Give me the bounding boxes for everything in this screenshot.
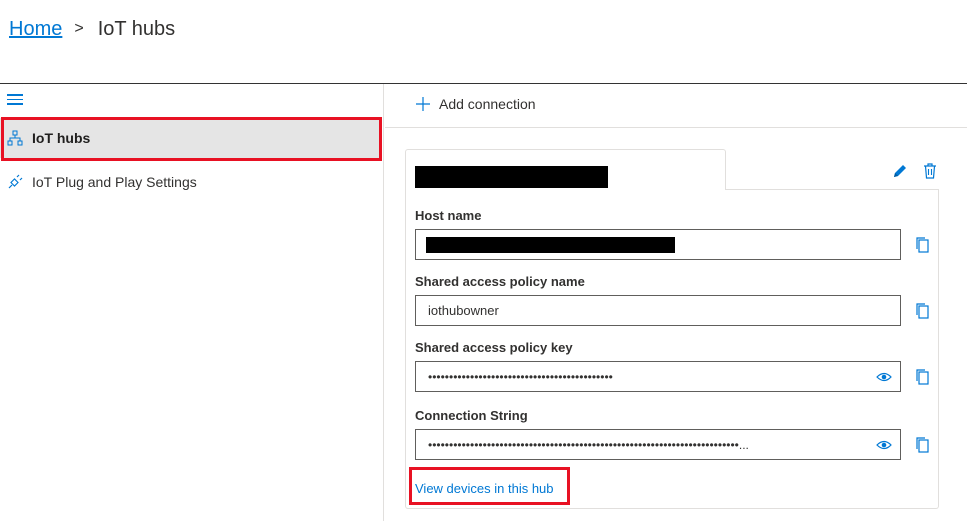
- policy-key-label: Shared access policy key: [415, 340, 573, 355]
- connection-string-label: Connection String: [415, 408, 528, 423]
- card-actions: [891, 162, 939, 180]
- breadcrumb-separator: >: [74, 20, 84, 37]
- delete-icon[interactable]: [921, 162, 939, 180]
- add-connection-label: Add connection: [439, 96, 536, 112]
- command-bar: Add connection: [385, 84, 967, 128]
- host-name-field[interactable]: [415, 229, 901, 260]
- eye-icon[interactable]: [876, 438, 892, 452]
- hub-hierarchy-icon: [7, 130, 23, 146]
- policy-key-field[interactable]: ••••••••••••••••••••••••••••••••••••••••…: [415, 361, 901, 392]
- breadcrumb: Home > IoT hubs: [9, 14, 175, 44]
- connection-string-field[interactable]: ••••••••••••••••••••••••••••••••••••••••…: [415, 429, 901, 460]
- redacted-connection-name: [415, 166, 608, 188]
- breadcrumb-current: IoT hubs: [97, 17, 176, 40]
- sidebar-item-iot-plug-and-play-settings[interactable]: IoT Plug and Play Settings: [0, 162, 382, 202]
- sidebar: IoT hubs IoT Plug and Play Settings: [0, 84, 384, 521]
- sidebar-item-iot-hubs[interactable]: IoT hubs: [0, 118, 382, 158]
- view-devices-link[interactable]: View devices in this hub: [415, 481, 554, 496]
- host-name-label: Host name: [415, 208, 482, 223]
- copy-policy-name-icon[interactable]: [914, 302, 930, 320]
- copy-host-name-icon[interactable]: [914, 236, 930, 254]
- policy-name-field[interactable]: iothubowner: [415, 295, 901, 326]
- add-connection-button[interactable]: Add connection: [415, 96, 536, 112]
- policy-key-value: ••••••••••••••••••••••••••••••••••••••••…: [428, 369, 613, 384]
- breadcrumb-home-link[interactable]: Home: [9, 18, 62, 41]
- policy-name-label: Shared access policy name: [415, 274, 585, 289]
- connection-tab[interactable]: [405, 149, 726, 190]
- plus-icon: [416, 97, 430, 111]
- eye-icon[interactable]: [876, 370, 892, 384]
- main-panel: Add connection Host name Shared access p…: [385, 84, 967, 521]
- copy-connection-string-icon[interactable]: [914, 436, 930, 454]
- connection-string-value: ••••••••••••••••••••••••••••••••••••••••…: [428, 437, 749, 452]
- copy-policy-key-icon[interactable]: [914, 368, 930, 386]
- edit-icon[interactable]: [891, 162, 909, 180]
- sidebar-item-label: IoT hubs: [32, 130, 91, 146]
- redacted-host-name: [426, 236, 675, 253]
- sidebar-item-label: IoT Plug and Play Settings: [32, 174, 197, 190]
- hamburger-menu-icon[interactable]: [7, 94, 23, 106]
- plug-icon: [7, 174, 23, 190]
